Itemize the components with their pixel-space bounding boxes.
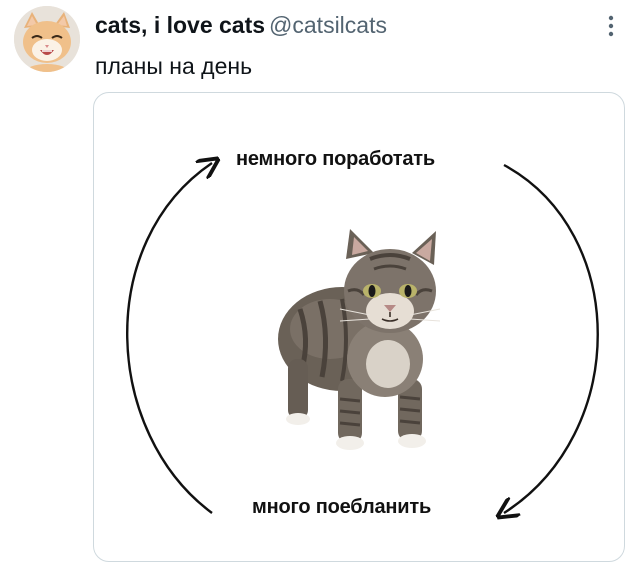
- author-handle[interactable]: @catsilcats: [269, 12, 387, 38]
- cat-photo-icon: [278, 229, 441, 450]
- tweet-header: cats, i love cats @catsilcats: [95, 11, 387, 39]
- author-display-name[interactable]: cats, i love cats: [95, 12, 265, 38]
- meme-top-label: немного поработать: [236, 148, 435, 170]
- tweet-media-image[interactable]: немного поработать много поебланить: [93, 92, 625, 562]
- tweet-text: планы на день: [95, 53, 253, 79]
- vertical-ellipsis-icon[interactable]: [600, 12, 622, 40]
- meme-bottom-label: много поебланить: [252, 496, 432, 518]
- cat-avatar-icon: [14, 6, 80, 72]
- author-avatar[interactable]: [14, 6, 80, 72]
